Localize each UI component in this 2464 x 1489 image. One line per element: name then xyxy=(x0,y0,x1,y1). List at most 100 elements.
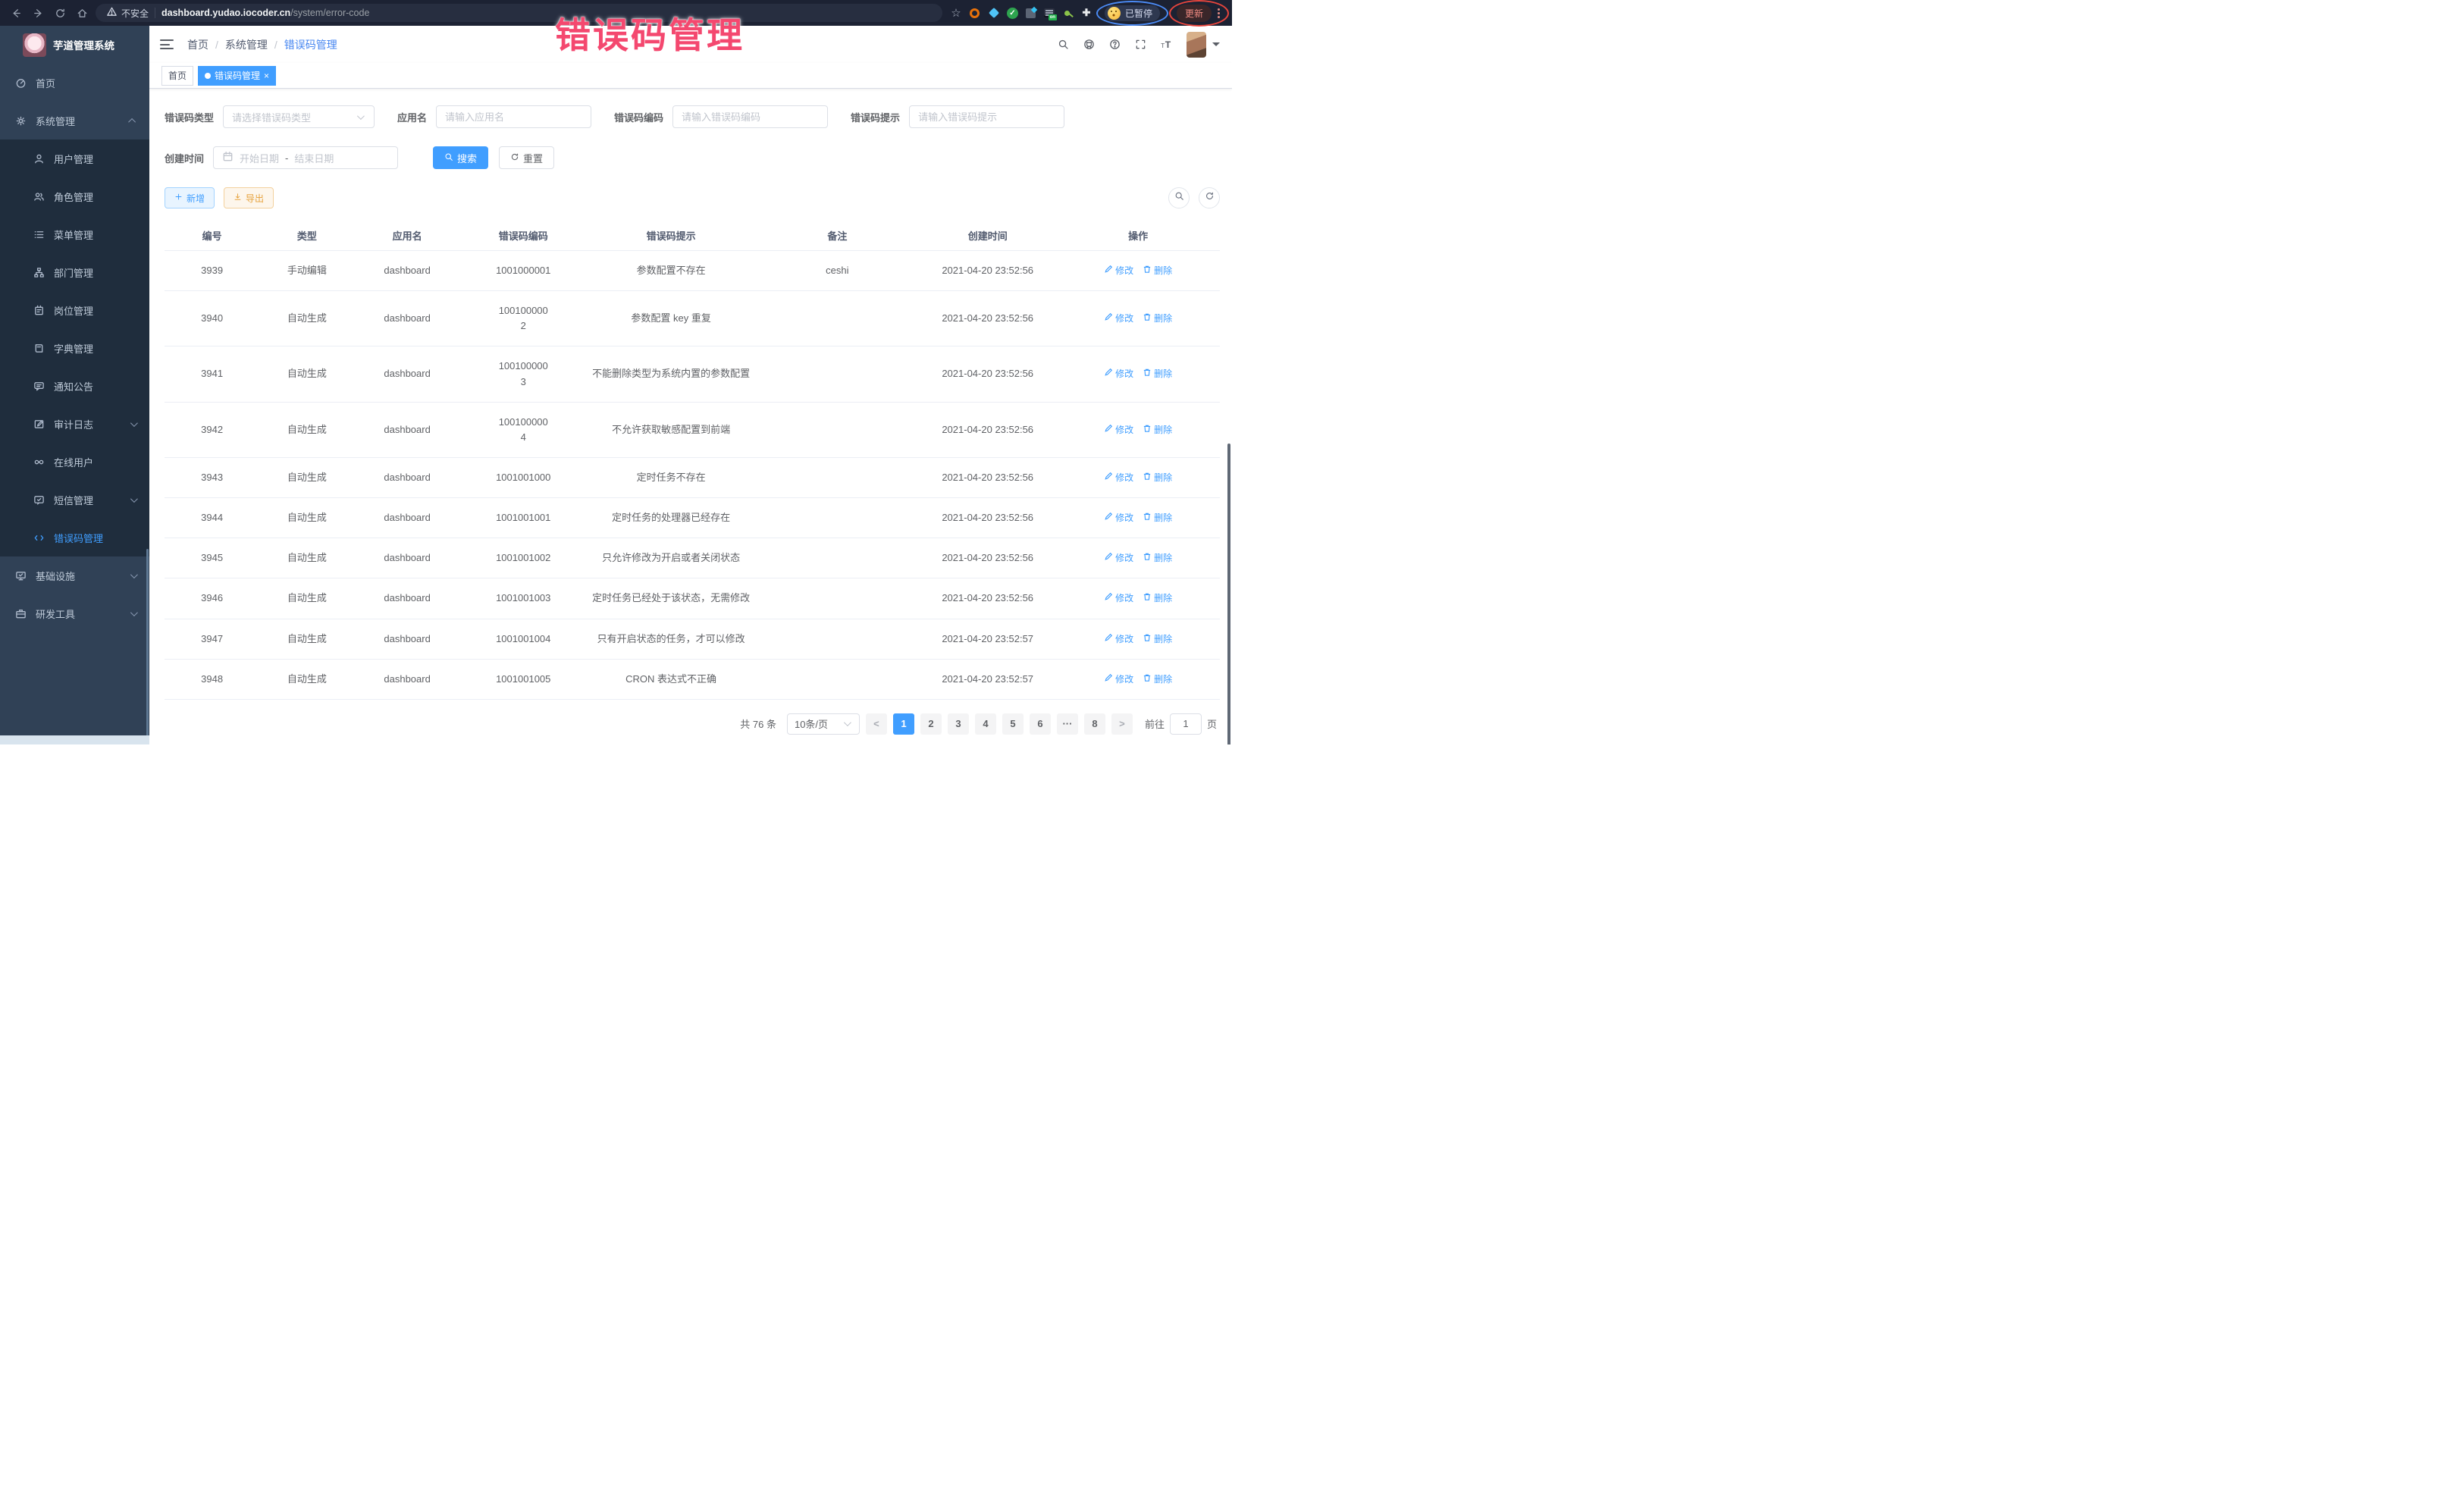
refresh-table-button[interactable] xyxy=(1199,187,1220,208)
filter-input[interactable] xyxy=(445,111,582,123)
sidebar-item-label: 通知公告 xyxy=(54,379,139,393)
sidebar-item[interactable]: 审计日志 xyxy=(0,405,149,443)
avatar-caret-icon[interactable] xyxy=(1212,42,1220,50)
app-logo xyxy=(23,33,46,57)
page-button[interactable]: 3 xyxy=(948,713,969,735)
table-cell: dashboard xyxy=(355,291,460,346)
delete-link[interactable]: 删除 xyxy=(1143,672,1172,687)
sidebar-item[interactable]: 首页 xyxy=(0,64,149,102)
goto-page-input[interactable] xyxy=(1170,713,1202,735)
edit-link[interactable]: 修改 xyxy=(1104,551,1133,566)
back-icon[interactable] xyxy=(11,8,22,19)
date-separator: - xyxy=(285,152,288,164)
breadcrumb-item[interactable]: 系统管理 xyxy=(225,37,268,52)
export-button[interactable]: 导出 xyxy=(224,187,274,208)
sidebar-item[interactable]: 基础设施 xyxy=(0,556,149,594)
puzzle-icon[interactable]: ✚ xyxy=(1080,7,1092,19)
sidebar-item[interactable]: 用户管理 xyxy=(0,139,149,177)
error-code-cell: 1001001005 xyxy=(460,659,587,699)
search-icon[interactable] xyxy=(1058,39,1069,50)
edit-link[interactable]: 修改 xyxy=(1104,367,1133,381)
fontsize-icon[interactable]: TT xyxy=(1161,39,1174,50)
tag-active[interactable]: 错误码管理× xyxy=(198,66,276,86)
page-size-select[interactable]: 10条/页 xyxy=(787,713,860,735)
edit-link[interactable]: 修改 xyxy=(1104,511,1133,525)
sidebar-item[interactable]: 部门管理 xyxy=(0,253,149,291)
squares-icon[interactable] xyxy=(1025,7,1037,19)
edit-link[interactable]: 修改 xyxy=(1104,591,1133,606)
user-avatar[interactable] xyxy=(1187,32,1206,58)
page-button[interactable]: 8 xyxy=(1084,713,1105,735)
page-scrollbar[interactable] xyxy=(1227,444,1230,744)
delete-link[interactable]: 删除 xyxy=(1143,551,1172,566)
hamburger-icon[interactable] xyxy=(160,39,174,49)
delete-link[interactable]: 删除 xyxy=(1143,367,1172,381)
prev-page-button[interactable]: < xyxy=(866,713,887,735)
filter-input[interactable] xyxy=(682,111,819,123)
delete-link[interactable]: 删除 xyxy=(1143,632,1172,647)
delete-link[interactable]: 删除 xyxy=(1143,312,1172,326)
forward-icon[interactable] xyxy=(33,8,44,19)
delete-link[interactable]: 删除 xyxy=(1143,423,1172,437)
help-icon[interactable] xyxy=(1109,39,1121,50)
reload-icon[interactable] xyxy=(55,8,66,19)
sidebar-item[interactable]: 研发工具 xyxy=(0,594,149,632)
page-button[interactable]: 5 xyxy=(1002,713,1024,735)
more-pages-button[interactable]: ··· xyxy=(1057,713,1078,735)
page-button[interactable]: 4 xyxy=(975,713,996,735)
edit-link[interactable]: 修改 xyxy=(1104,632,1133,647)
green-check-icon[interactable]: ✓ xyxy=(1007,8,1018,19)
app-logo-row[interactable]: 芋道管理系统 xyxy=(0,26,149,64)
sidebar-item[interactable]: 错误码管理 xyxy=(0,519,149,556)
page-button[interactable]: 2 xyxy=(920,713,942,735)
sidebar-item[interactable]: 角色管理 xyxy=(0,177,149,215)
edit-link[interactable]: 修改 xyxy=(1104,471,1133,485)
fullscreen-icon[interactable] xyxy=(1135,39,1146,50)
error-code-table: 编号类型应用名错误码编码错误码提示备注创建时间操作 3939手动编辑dashbo… xyxy=(165,221,1220,700)
search-button[interactable]: 搜索 xyxy=(433,146,488,169)
filter-input[interactable] xyxy=(918,111,1055,123)
delete-link[interactable]: 删除 xyxy=(1143,511,1172,525)
table-cell: 2021-04-20 23:52:56 xyxy=(919,457,1056,497)
browser-menu-icon[interactable] xyxy=(1216,8,1221,18)
github-icon[interactable] xyxy=(1083,39,1095,50)
adblock-on-icon[interactable]: on xyxy=(1044,8,1055,17)
delete-link[interactable]: 删除 xyxy=(1143,591,1172,606)
delete-icon xyxy=(1143,367,1152,381)
tag-item[interactable]: 首页 xyxy=(161,66,193,86)
sidebar-item[interactable]: 岗位管理 xyxy=(0,291,149,329)
key-green-icon[interactable] xyxy=(1061,7,1074,19)
sidebar-item[interactable]: 系统管理 xyxy=(0,102,149,139)
orange-ring-icon[interactable] xyxy=(969,7,981,19)
edit-icon xyxy=(1104,511,1113,525)
edit-link[interactable]: 修改 xyxy=(1104,672,1133,687)
reset-button[interactable]: 重置 xyxy=(499,146,554,169)
show-search-button[interactable] xyxy=(1168,187,1190,208)
edit-link[interactable]: 修改 xyxy=(1104,312,1133,326)
sidebar-item[interactable]: 短信管理 xyxy=(0,481,149,519)
delete-link[interactable]: 删除 xyxy=(1143,471,1172,485)
filter-select[interactable]: 请选择错误码类型 xyxy=(223,105,375,128)
add-button[interactable]: 新增 xyxy=(165,187,215,208)
blue-gem-icon[interactable] xyxy=(988,7,1000,19)
edit-link[interactable]: 修改 xyxy=(1104,423,1133,437)
delete-link[interactable]: 删除 xyxy=(1143,264,1172,278)
page-button[interactable]: 1 xyxy=(893,713,914,735)
bookmark-star-icon[interactable]: ☆ xyxy=(950,7,962,19)
address-bar[interactable]: 不安全 dashboard.yudao.iocoder.cn/system/er… xyxy=(96,4,942,22)
sidebar-scrollbar[interactable] xyxy=(146,549,149,738)
sidebar-item[interactable]: 通知公告 xyxy=(0,367,149,405)
extension-icons: ☆ ✓ on ✚ xyxy=(950,7,1092,19)
home-icon[interactable] xyxy=(77,8,88,19)
sidebar-item[interactable]: 菜单管理 xyxy=(0,215,149,253)
tag-close-icon[interactable]: × xyxy=(264,71,269,80)
breadcrumb-item[interactable]: 首页 xyxy=(187,37,208,52)
date-range-picker[interactable]: 开始日期 - 结束日期 xyxy=(213,146,398,169)
browser-update-button[interactable]: 更新 xyxy=(1177,5,1212,22)
browser-profile-chip[interactable]: 已暂停 xyxy=(1105,5,1160,21)
next-page-button[interactable]: > xyxy=(1111,713,1133,735)
edit-link[interactable]: 修改 xyxy=(1104,264,1133,278)
page-button[interactable]: 6 xyxy=(1030,713,1051,735)
sidebar-item[interactable]: 字典管理 xyxy=(0,329,149,367)
sidebar-item[interactable]: 在线用户 xyxy=(0,443,149,481)
